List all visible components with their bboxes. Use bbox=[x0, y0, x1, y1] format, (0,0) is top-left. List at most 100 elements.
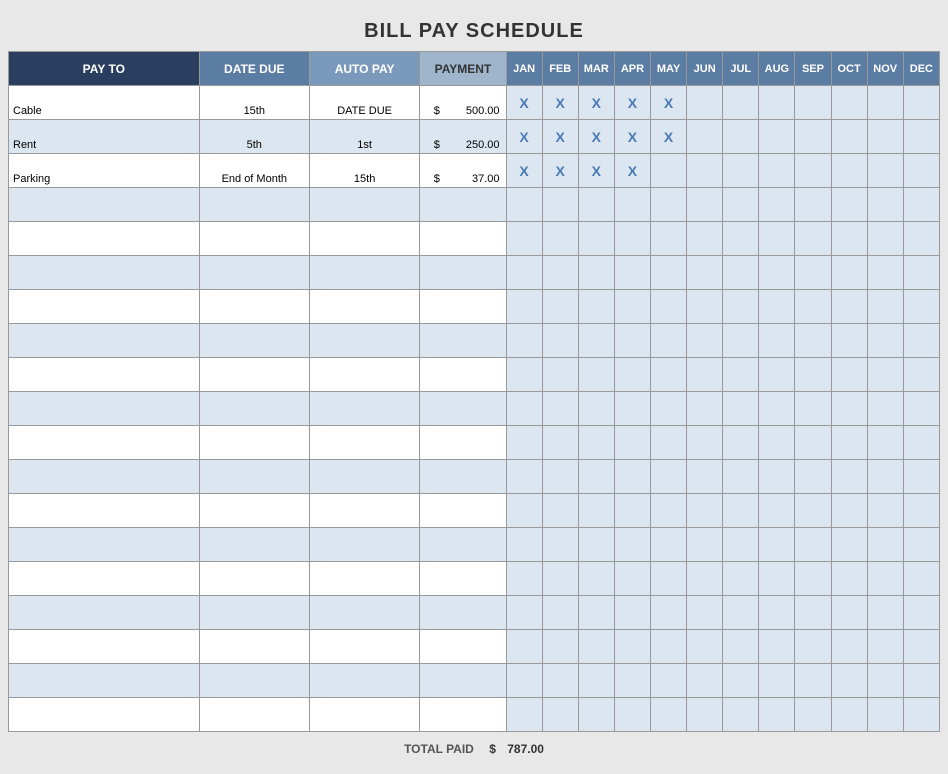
cell-month[interactable] bbox=[687, 120, 723, 154]
cell-month[interactable] bbox=[723, 426, 759, 460]
cell-datedue[interactable] bbox=[199, 494, 309, 528]
cell-month[interactable] bbox=[723, 562, 759, 596]
cell-month[interactable] bbox=[867, 562, 903, 596]
cell-month[interactable] bbox=[867, 528, 903, 562]
cell-payto[interactable] bbox=[9, 494, 200, 528]
cell-month[interactable] bbox=[723, 120, 759, 154]
cell-month[interactable] bbox=[759, 86, 795, 120]
cell-month[interactable]: X bbox=[542, 86, 578, 120]
cell-month[interactable] bbox=[867, 664, 903, 698]
cell-month[interactable] bbox=[759, 698, 795, 732]
cell-month[interactable] bbox=[650, 358, 686, 392]
cell-month[interactable] bbox=[506, 698, 542, 732]
cell-month[interactable] bbox=[723, 256, 759, 290]
cell-datedue[interactable]: 15th bbox=[199, 86, 309, 120]
cell-month[interactable]: X bbox=[578, 120, 614, 154]
cell-month[interactable] bbox=[723, 596, 759, 630]
cell-month[interactable] bbox=[542, 494, 578, 528]
cell-month[interactable] bbox=[614, 426, 650, 460]
cell-month[interactable] bbox=[650, 630, 686, 664]
cell-autopay[interactable] bbox=[309, 460, 419, 494]
cell-month[interactable] bbox=[650, 222, 686, 256]
cell-autopay[interactable] bbox=[309, 630, 419, 664]
cell-month[interactable] bbox=[831, 358, 867, 392]
cell-month[interactable]: X bbox=[542, 120, 578, 154]
cell-month[interactable] bbox=[650, 596, 686, 630]
cell-month[interactable] bbox=[506, 664, 542, 698]
cell-month[interactable] bbox=[506, 358, 542, 392]
cell-payto[interactable] bbox=[9, 392, 200, 426]
cell-payto[interactable]: Rent bbox=[9, 120, 200, 154]
cell-month[interactable] bbox=[759, 664, 795, 698]
cell-month[interactable] bbox=[650, 154, 686, 188]
cell-month[interactable] bbox=[687, 392, 723, 426]
cell-month[interactable] bbox=[506, 290, 542, 324]
cell-payto[interactable]: Cable bbox=[9, 86, 200, 120]
cell-month[interactable] bbox=[614, 494, 650, 528]
cell-month[interactable] bbox=[795, 426, 831, 460]
cell-month[interactable] bbox=[867, 324, 903, 358]
cell-month[interactable] bbox=[578, 596, 614, 630]
cell-payto[interactable] bbox=[9, 562, 200, 596]
cell-month[interactable]: X bbox=[578, 86, 614, 120]
cell-payment-amount[interactable]: 37.00 bbox=[444, 154, 506, 188]
cell-month[interactable] bbox=[867, 120, 903, 154]
cell-month[interactable] bbox=[723, 698, 759, 732]
cell-payment-amount[interactable] bbox=[444, 358, 506, 392]
cell-month[interactable] bbox=[903, 358, 939, 392]
cell-month[interactable]: X bbox=[506, 120, 542, 154]
cell-month[interactable] bbox=[903, 664, 939, 698]
cell-month[interactable] bbox=[506, 256, 542, 290]
cell-month[interactable] bbox=[687, 358, 723, 392]
cell-month[interactable] bbox=[650, 256, 686, 290]
cell-month[interactable] bbox=[578, 630, 614, 664]
cell-month[interactable] bbox=[650, 392, 686, 426]
cell-payment-amount[interactable] bbox=[444, 426, 506, 460]
cell-month[interactable] bbox=[687, 188, 723, 222]
cell-month[interactable] bbox=[867, 392, 903, 426]
cell-month[interactable] bbox=[903, 222, 939, 256]
cell-month[interactable] bbox=[723, 528, 759, 562]
cell-month[interactable] bbox=[903, 86, 939, 120]
cell-month[interactable] bbox=[867, 630, 903, 664]
cell-month[interactable] bbox=[650, 494, 686, 528]
cell-month[interactable] bbox=[795, 392, 831, 426]
cell-month[interactable] bbox=[867, 460, 903, 494]
cell-month[interactable] bbox=[831, 256, 867, 290]
cell-datedue[interactable] bbox=[199, 528, 309, 562]
cell-month[interactable] bbox=[723, 86, 759, 120]
cell-month[interactable] bbox=[506, 528, 542, 562]
cell-payto[interactable] bbox=[9, 358, 200, 392]
cell-month[interactable] bbox=[903, 188, 939, 222]
cell-payment-amount[interactable] bbox=[444, 188, 506, 222]
cell-month[interactable] bbox=[506, 596, 542, 630]
cell-payment-amount[interactable] bbox=[444, 290, 506, 324]
cell-month[interactable] bbox=[506, 494, 542, 528]
cell-month[interactable] bbox=[867, 86, 903, 120]
cell-autopay[interactable] bbox=[309, 188, 419, 222]
cell-month[interactable] bbox=[795, 460, 831, 494]
cell-month[interactable] bbox=[650, 528, 686, 562]
cell-month[interactable] bbox=[542, 630, 578, 664]
cell-autopay[interactable]: 15th bbox=[309, 154, 419, 188]
cell-month[interactable] bbox=[723, 494, 759, 528]
cell-month[interactable] bbox=[542, 664, 578, 698]
cell-month[interactable] bbox=[687, 256, 723, 290]
cell-month[interactable] bbox=[867, 494, 903, 528]
cell-month[interactable]: X bbox=[542, 154, 578, 188]
cell-autopay[interactable] bbox=[309, 528, 419, 562]
cell-payto[interactable] bbox=[9, 324, 200, 358]
cell-month[interactable] bbox=[650, 664, 686, 698]
cell-month[interactable]: X bbox=[650, 86, 686, 120]
cell-month[interactable] bbox=[578, 256, 614, 290]
cell-month[interactable] bbox=[614, 698, 650, 732]
cell-month[interactable] bbox=[795, 86, 831, 120]
cell-month[interactable] bbox=[831, 426, 867, 460]
cell-autopay[interactable] bbox=[309, 256, 419, 290]
cell-datedue[interactable] bbox=[199, 324, 309, 358]
cell-autopay[interactable] bbox=[309, 596, 419, 630]
cell-month[interactable] bbox=[506, 222, 542, 256]
cell-month[interactable] bbox=[831, 698, 867, 732]
cell-payto[interactable] bbox=[9, 426, 200, 460]
cell-datedue[interactable] bbox=[199, 596, 309, 630]
